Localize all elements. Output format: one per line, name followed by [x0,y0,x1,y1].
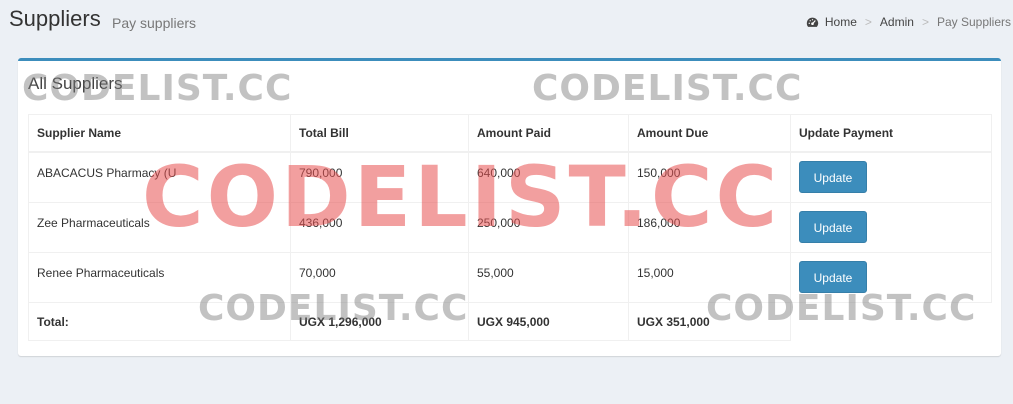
breadcrumb-admin[interactable]: Admin [880,15,914,29]
table-row: Renee Pharmaceuticals 70,000 55,000 15,0… [28,251,992,303]
table-row: ABACACUS Pharmacy (U 790,000 640,000 150… [28,151,992,203]
totals-total-bill: UGX 1,296,000 [290,301,469,341]
box-title: All Suppliers [28,74,123,93]
amount-due-cell: 15,000 [628,251,791,303]
amount-due-cell: 186,000 [628,201,791,253]
page-subtitle: Pay suppliers [112,15,197,31]
breadcrumb-pay-suppliers: Pay Suppliers [936,15,1011,29]
update-button[interactable]: Update [799,161,867,193]
amount-paid-cell: 55,000 [468,251,629,303]
update-payment-cell: Update [790,251,992,303]
page-title: Suppliers [9,6,101,31]
breadcrumb-separator: > [921,15,929,29]
update-payment-cell: Update [790,151,992,203]
column-header-supplier-name: Supplier Name [28,114,291,153]
total-bill-cell: 790,000 [290,151,469,203]
suppliers-box: All Suppliers Supplier Name Total Bill A… [18,58,1001,356]
totals-empty-cell [791,302,992,340]
amount-paid-cell: 250,000 [468,201,629,253]
suppliers-table: Supplier Name Total Bill Amount Paid Amo… [28,114,992,341]
amount-due-cell: 150,000 [628,151,791,203]
supplier-name-cell: Renee Pharmaceuticals [28,251,291,303]
column-header-total-bill: Total Bill [290,114,469,153]
update-button[interactable]: Update [799,210,867,243]
breadcrumb: Home > Admin > Pay Suppliers [806,15,1011,29]
totals-amount-due: UGX 351,000 [628,301,791,341]
column-header-update-payment: Update Payment [790,114,992,153]
table-row: Zee Pharmaceuticals 436,000 250,000 186,… [28,201,992,253]
totals-label: Total: [28,301,291,341]
breadcrumb-home[interactable]: Home [825,15,857,29]
totals-amount-paid: UGX 945,000 [468,301,629,341]
breadcrumb-separator: > [864,15,872,29]
table-header-row: Supplier Name Total Bill Amount Paid Amo… [28,114,992,153]
update-payment-cell: Update [790,201,992,253]
total-bill-cell: 70,000 [290,251,469,303]
supplier-name-cell: Zee Pharmaceuticals [28,201,291,253]
column-header-amount-due: Amount Due [628,114,791,153]
amount-paid-cell: 640,000 [468,151,629,203]
dashboard-icon [806,17,819,27]
content-header: Suppliers Pay suppliers Home > Admin > P… [0,0,1013,48]
total-bill-cell: 436,000 [290,201,469,253]
update-button[interactable]: Update [799,260,867,293]
column-header-amount-paid: Amount Paid [468,114,629,153]
totals-row: Total: UGX 1,296,000 UGX 945,000 UGX 351… [28,301,992,341]
supplier-name-cell: ABACACUS Pharmacy (U [28,151,291,203]
